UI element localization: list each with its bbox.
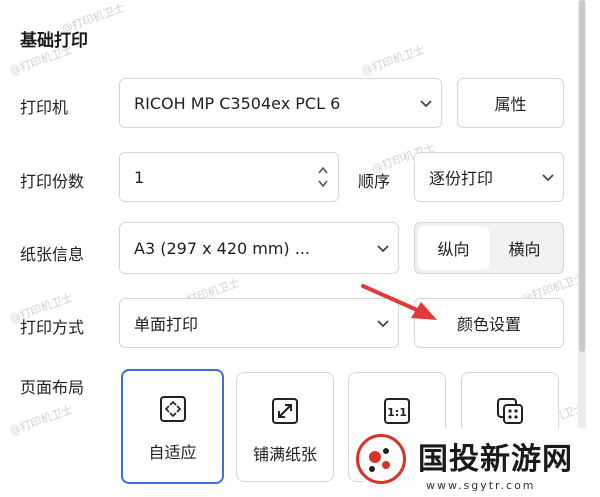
expand-icon [269,395,301,427]
chevron-down-icon [411,98,441,108]
actual-size-icon: 1:1 [381,395,413,427]
layout-label: 页面布局 [20,378,85,397]
multi-page-icon [494,395,526,427]
copies-label: 打印份数 [20,172,85,191]
scrollbar-thumb[interactable] [579,0,585,352]
printer-select[interactable]: RICOH MP C3504ex PCL 6 [119,78,442,128]
paper-value: A3 (297 x 420 mm) ... [134,238,311,258]
order-select[interactable]: 逐份打印 [414,152,564,202]
orientation-landscape[interactable]: 横向 [489,226,560,270]
copies-value: 1 [134,167,145,187]
site-logo-text: 国投新游网 [418,442,573,477]
chevron-down-icon [533,172,563,182]
layout-option-label: 自适应 [148,443,197,462]
site-logo-icon [356,434,406,484]
order-value: 逐份打印 [429,169,494,188]
watermark-text: @打印机卫士 [7,403,75,438]
watermark-text: @打印机卫士 [359,43,427,78]
annotation-arrow-icon [361,284,437,320]
fit-icon [157,393,189,425]
section-title: 基础打印 [20,31,88,51]
printer-value: RICOH MP C3504ex PCL 6 [134,93,341,113]
paper-select[interactable]: A3 (297 x 420 mm) ... [119,222,399,274]
printer-label: 打印机 [20,98,69,117]
orientation-toggle[interactable]: 纵向 横向 [414,222,564,274]
paper-label: 纸张信息 [20,245,85,264]
chevron-down-icon [368,243,398,253]
orientation-portrait[interactable]: 纵向 [418,226,489,270]
layout-option-fill-paper[interactable]: 铺满纸张 [236,372,334,482]
svg-text:1:1: 1:1 [387,406,407,419]
print-mode-value: 单面打印 [134,315,199,334]
layout-option-label: 铺满纸张 [252,445,317,464]
print-mode-label: 打印方式 [20,318,85,337]
stepper-arrows-icon[interactable] [308,164,338,190]
properties-button[interactable]: 属性 [457,78,564,128]
order-label: 顺序 [358,172,391,191]
site-logo-url: www.sgytr.com [426,479,536,492]
copies-stepper[interactable]: 1 [119,152,339,202]
layout-option-fit[interactable]: 自适应 [121,369,224,484]
